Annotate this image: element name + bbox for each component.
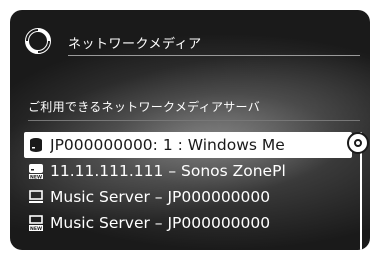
- network-media-icon: [25, 28, 51, 54]
- server-item[interactable]: JP000000000: 1 : Windows Me: [24, 132, 352, 158]
- page-title: ネットワークメディア: [68, 37, 202, 52]
- header-divider: [68, 55, 360, 56]
- section-divider: [28, 120, 360, 121]
- server-label: 11.11.111.111 – Sonos ZonePl: [50, 162, 286, 180]
- computer-monitor-icon: [29, 190, 43, 203]
- server-item[interactable]: Music Server – JP000000000: [24, 184, 352, 210]
- server-label: Music Server – JP000000000: [50, 214, 271, 232]
- section-title: ご利用できるネットワークメディアサーバ: [28, 100, 261, 114]
- server-label: Music Server – JP000000000: [50, 188, 271, 206]
- server-item[interactable]: NEW Music Server – JP000000000: [24, 210, 352, 236]
- scrollbar-thumb[interactable]: [347, 132, 369, 154]
- server-list: JP000000000: 1 : Windows Me NEW 11.11.11…: [24, 132, 364, 236]
- server-label: JP000000000: 1 : Windows Me: [50, 136, 285, 154]
- scroll-position-icon: [354, 139, 362, 147]
- svg-text:NEW: NEW: [30, 226, 42, 231]
- server-item[interactable]: NEW 11.11.111.111 – Sonos ZonePl: [24, 158, 352, 184]
- svg-text:NEW: NEW: [30, 174, 42, 179]
- network-media-screen: ネットワークメディア ご利用できるネットワークメディアサーバ JP0000000…: [10, 10, 370, 250]
- new-computer-icon: NEW: [29, 215, 43, 231]
- new-server-icon: NEW: [29, 164, 43, 179]
- storage-drive-icon: [30, 138, 42, 152]
